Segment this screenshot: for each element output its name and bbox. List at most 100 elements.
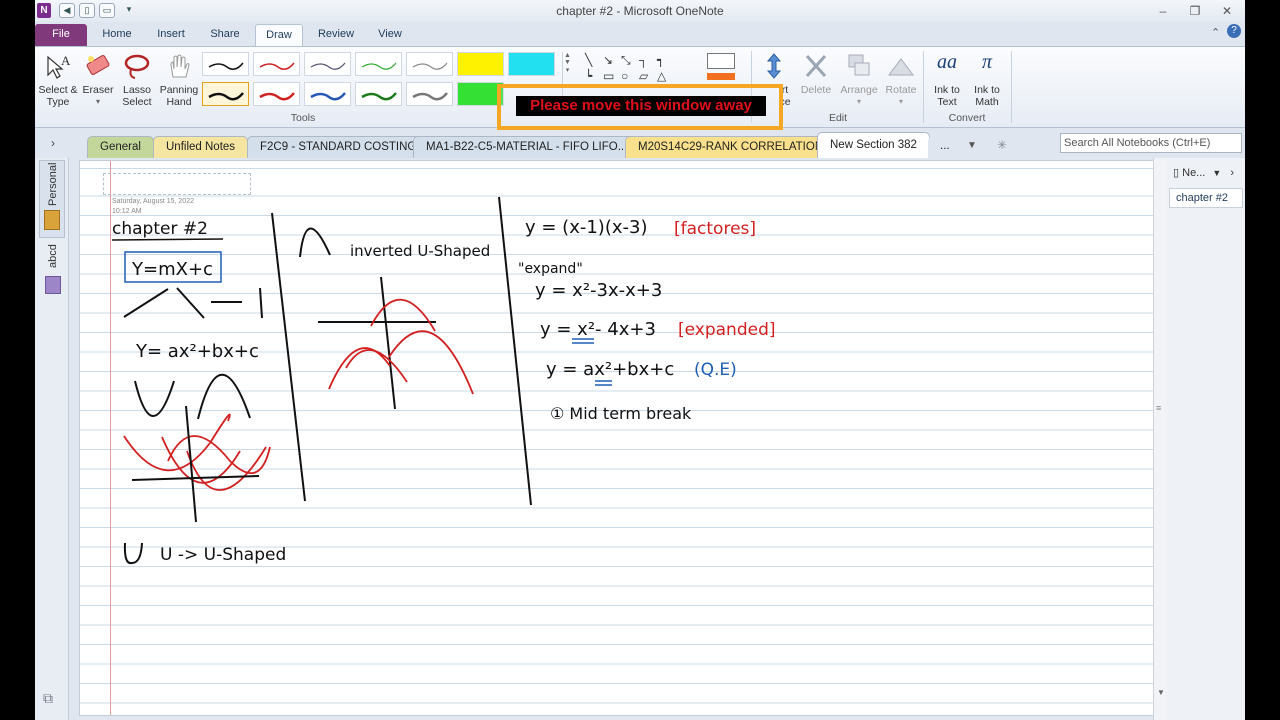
tab-home[interactable]: Home [95, 24, 139, 46]
new-section-icon[interactable]: ✳ [997, 138, 1007, 152]
new-page-dropdown-icon[interactable]: ▼ [1212, 168, 1221, 178]
collapse-page-tabs-icon[interactable]: › [1230, 167, 1234, 179]
ink-eq1-tag: [factores] [674, 219, 756, 239]
pen-gray-thin[interactable] [406, 52, 453, 76]
pen-blue-thin[interactable] [304, 52, 351, 76]
section-tab-f2c9[interactable]: F2C9 - STANDARD COSTING [247, 136, 430, 158]
tab-file[interactable]: File [35, 24, 87, 46]
ribbon-collapse-icon[interactable]: ⌃ [1211, 26, 1220, 39]
tab-review[interactable]: Review [311, 24, 361, 46]
color-swatch [707, 73, 735, 80]
section-tab-general[interactable]: General [87, 136, 154, 158]
rotate-label: Rotate [885, 84, 917, 96]
parallelogram-shape-icon[interactable]: ▱ [639, 69, 648, 83]
svg-text:A: A [61, 53, 71, 68]
new-page-label: Ne... [1182, 167, 1206, 179]
shapes-gallery: ╲ ↘ ⤡ ┐ ┑ ┕ ▭ ○ ▱ △ [583, 53, 681, 87]
lasso-select-label: Lasso Select [122, 84, 152, 108]
delete-label: Delete [800, 84, 832, 96]
ink-eq1: y = (x-1)(x-3) [525, 217, 647, 238]
minimize-button[interactable]: – [1152, 3, 1174, 19]
ink-to-math-icon: π [981, 51, 993, 73]
pen-gray-thick[interactable] [406, 82, 453, 106]
section-tab-m20s14c29[interactable]: M20S14C29-RANK CORRELATION [625, 136, 837, 158]
rectangle-shape-icon[interactable]: ▭ [603, 69, 614, 83]
color-thickness-icon[interactable] [707, 53, 735, 69]
close-button[interactable]: ✕ [1216, 3, 1238, 19]
help-icon[interactable]: ? [1227, 24, 1241, 38]
tab-share[interactable]: Share [203, 24, 247, 46]
section-tab-ma1[interactable]: MA1-B22-C5-MATERIAL - FIFO LIFO... [413, 136, 641, 158]
ink-expand: "expand" [518, 261, 583, 277]
restore-button[interactable]: ❐ [1184, 3, 1206, 19]
ink-eq2: y = x²-3x-x+3 [535, 280, 662, 301]
page-tab-chapter-2[interactable]: chapter #2 [1169, 188, 1243, 208]
line-shape-icon[interactable]: ╲ [585, 53, 592, 67]
overlay-message: Please move this window away [516, 96, 766, 116]
pen-red-thin[interactable] [253, 52, 300, 76]
title-bar: N ◀ ▯ ▭ ▾ chapter #2 - Microsoft OneNote… [35, 0, 1245, 22]
panning-hand-label: Panning Hand [159, 84, 199, 108]
rotate-dropdown-icon[interactable]: ▾ [881, 96, 921, 108]
arrange-dropdown-icon[interactable]: ▾ [837, 96, 881, 108]
scroll-down-icon[interactable]: ▼ [1157, 688, 1165, 697]
eraser-button[interactable]: Eraser ▾ [80, 49, 116, 113]
new-page-button[interactable]: ▯ Ne... ▼ › [1173, 166, 1234, 179]
section-tab-unfiled-notes[interactable]: Unfiled Notes [153, 136, 249, 158]
notebook-abcd-icon[interactable] [45, 276, 61, 294]
ink-eq4: y = ax²+bx+c [546, 359, 674, 380]
tab-draw[interactable]: Draw [255, 24, 303, 46]
handwritten-ink: chapter #2 Y=mX+c Y= ax²+bx+c U -> U-Sha… [111, 196, 776, 565]
tab-insert[interactable]: Insert [148, 24, 194, 46]
page-tabs-panel: ▯ Ne... ▼ › chapter #2 [1167, 158, 1245, 720]
pen-red-thick[interactable] [253, 82, 300, 106]
ink-to-math-button[interactable]: π Ink to Math [967, 49, 1007, 113]
section-tab-new-section-382[interactable]: New Section 382 [817, 132, 930, 158]
highlighter-cyan[interactable] [508, 52, 555, 76]
ink-quadratic: Y= ax²+bx+c [135, 341, 259, 362]
axis-arrow-shape-icon[interactable]: ┑ [657, 53, 664, 67]
delete-icon [805, 54, 827, 78]
arrange-button[interactable]: Arrange ▾ [837, 49, 881, 113]
delete-button[interactable]: Delete [797, 49, 835, 113]
ink-to-math-label: Ink to Math [974, 84, 1000, 108]
eraser-dropdown-icon[interactable]: ▾ [80, 96, 116, 108]
highlighter-yellow[interactable] [457, 52, 504, 76]
circle-shape-icon[interactable]: ○ [621, 69, 628, 83]
pen-blue-thick[interactable] [304, 82, 351, 106]
unfiled-notes-icon[interactable]: ⧉ [43, 690, 53, 707]
ink-ushaped: U -> U-Shaped [160, 545, 286, 565]
panning-hand-button[interactable]: Panning Hand [157, 49, 201, 113]
tab-view[interactable]: View [369, 24, 411, 46]
triangle-shape-icon[interactable]: △ [657, 69, 666, 83]
ink-to-text-button[interactable]: aa Ink to Text [927, 49, 967, 113]
move-window-overlay: Please move this window away [497, 84, 783, 130]
pen-green-thin[interactable] [355, 52, 402, 76]
convert-group-label: Convert [948, 112, 986, 124]
lasso-icon [124, 54, 150, 79]
scroll-grip-icon[interactable]: ≡ [1156, 403, 1161, 413]
axes-shape-icon[interactable]: ┕ [585, 69, 592, 83]
pen-green-thick[interactable] [355, 82, 402, 106]
expand-navigation-icon[interactable]: › [51, 136, 55, 150]
rotate-button[interactable]: Rotate ▾ [881, 49, 921, 113]
ribbon-tabs: File Home Insert Share Draw Review View … [35, 22, 1245, 46]
note-page[interactable]: Saturday, August 15, 2022 10:12 AM chapt… [79, 160, 1189, 716]
pen-black-thin[interactable] [202, 52, 249, 76]
section-tab-more[interactable]: ... [928, 136, 962, 158]
select-type-button[interactable]: A Select & Type [38, 49, 78, 113]
pen-black-thick[interactable] [202, 82, 249, 106]
insert-space-icon [766, 53, 782, 79]
page-vertical-scrollbar[interactable]: ≡ ▼ [1153, 158, 1167, 720]
axis-shape-icon[interactable]: ┐ [639, 53, 648, 67]
onenote-window: N ◀ ▯ ▭ ▾ chapter #2 - Microsoft OneNote… [35, 0, 1245, 720]
arrow-shape-icon[interactable]: ↘ [603, 53, 613, 67]
lasso-select-button[interactable]: Lasso Select [119, 49, 155, 113]
notebook-abcd-label[interactable]: abcd [47, 244, 59, 268]
sections-dropdown-icon[interactable]: ▼ [967, 140, 977, 151]
double-arrow-shape-icon[interactable]: ⤡ [621, 53, 631, 68]
search-input[interactable]: Search All Notebooks (Ctrl+E) [1060, 133, 1242, 153]
ink-inverted: inverted U-Shaped [350, 242, 490, 260]
tools-group-label: Tools [290, 112, 316, 124]
ink-title: chapter #2 [112, 219, 208, 239]
